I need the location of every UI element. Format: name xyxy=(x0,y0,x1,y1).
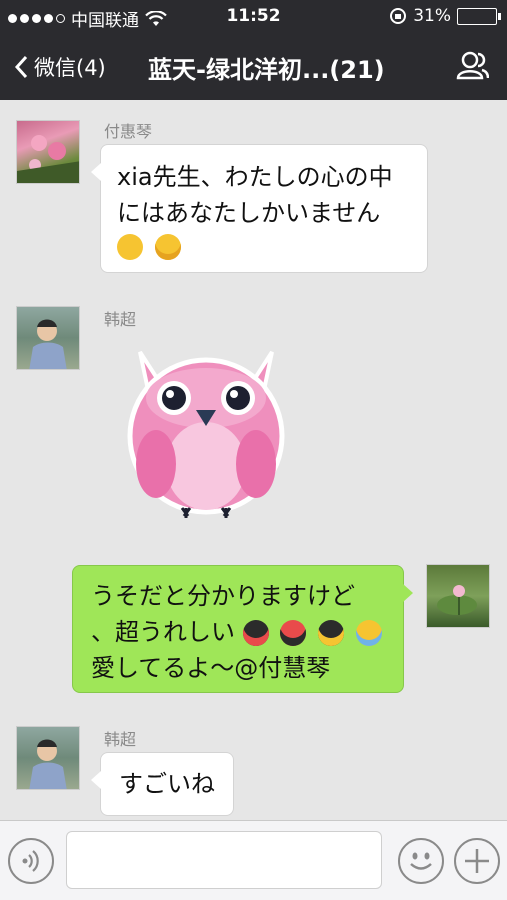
chat-area[interactable]: 付惠琴 xia先生、わたしの心の中 にはあなたしかいません 韩超 うそだと分かり… xyxy=(0,100,507,820)
back-label: 微信(4) xyxy=(34,56,106,80)
sender-name: 付惠琴 xyxy=(104,122,153,141)
sender-name: 韩超 xyxy=(104,310,137,329)
penguin-couple-emoji xyxy=(317,620,344,646)
more-button[interactable] xyxy=(454,838,500,884)
status-right: 31% xyxy=(389,6,501,26)
message-text-line: にはあなたしかいません xyxy=(117,199,381,227)
message-bubble[interactable]: すごいね xyxy=(91,752,234,816)
laughing-tears-emoji xyxy=(355,620,382,646)
penguin-kiss-emoji xyxy=(242,620,269,646)
message-bubble[interactable]: xia先生、わたしの心の中 にはあなたしかいません xyxy=(91,144,428,273)
battery-percent: 31% xyxy=(413,6,451,26)
message-text-line: 愛してるよ～@付慧琴 xyxy=(91,654,331,682)
winking-tongue-emoji xyxy=(117,234,143,260)
orientation-lock-icon xyxy=(390,8,407,24)
sender-name: 韩超 xyxy=(104,730,137,749)
voice-icon xyxy=(22,850,39,872)
voice-button[interactable] xyxy=(8,838,54,884)
heart-eyes-emoji xyxy=(154,234,181,260)
avatar[interactable] xyxy=(426,564,490,628)
message-input[interactable] xyxy=(66,831,382,889)
back-button[interactable]: 微信(4) xyxy=(14,52,106,82)
chevron-left-icon xyxy=(14,55,28,79)
battery-icon xyxy=(457,7,501,25)
avatar[interactable] xyxy=(16,726,80,790)
message-bubble-self[interactable]: うそだと分かりますけど 、超うれしい 愛してるよ～@付慧琴 xyxy=(72,565,413,693)
chat-title: 蓝天-绿北洋初...(21) xyxy=(148,56,385,84)
status-bar: 中国联通 11:52 31% xyxy=(0,0,507,34)
input-bar xyxy=(0,820,507,900)
message-text-line: 、超うれしい xyxy=(91,618,235,646)
group-members-button[interactable] xyxy=(455,50,490,84)
avatar[interactable] xyxy=(16,120,80,184)
emoji-face-icon xyxy=(410,852,432,870)
emoji-button[interactable] xyxy=(398,838,444,884)
message-text: すごいね xyxy=(119,770,215,798)
message-text-line: うそだと分かりますけど xyxy=(91,582,355,610)
message-text-line: xia先生、わたしの心の中 xyxy=(117,163,393,191)
plus-icon xyxy=(465,849,489,873)
avatar[interactable] xyxy=(16,306,80,370)
nav-bar: 微信(4) 蓝天-绿北洋初...(21) xyxy=(0,34,507,100)
pink-owl-sticker[interactable] xyxy=(126,346,286,522)
group-members-icon xyxy=(456,51,490,80)
penguin-hug-emoji xyxy=(280,620,307,646)
